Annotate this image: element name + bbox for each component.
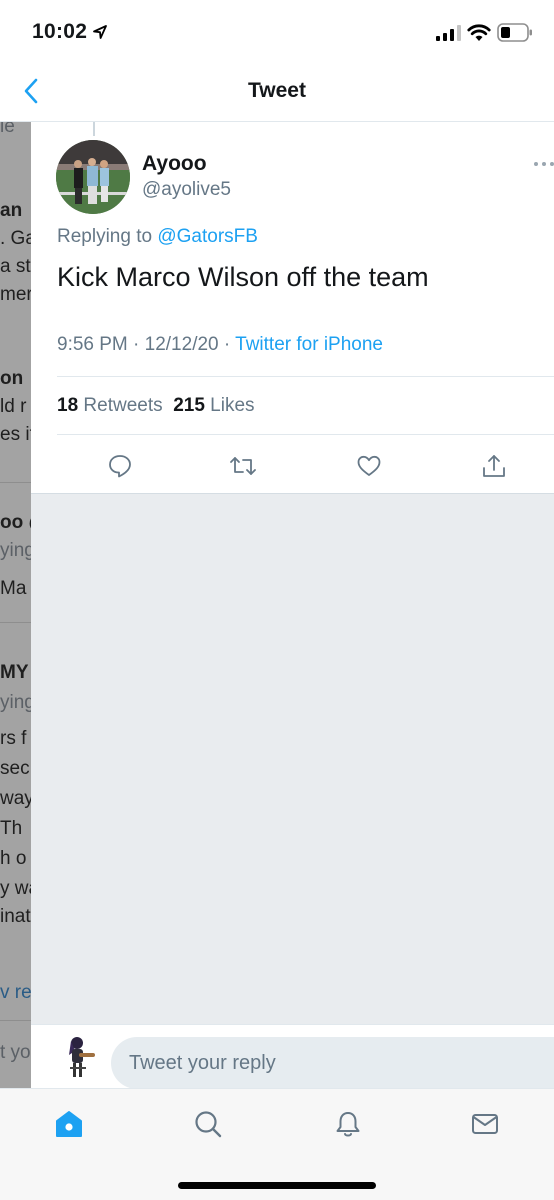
peek-text-fragment: ying	[0, 540, 31, 561]
cellular-signal-icon	[436, 25, 461, 41]
tweet-detail-panel: Ayooo @ayolive5 Replying to @GatorsFB Ki…	[31, 122, 554, 1088]
thread-connector-line	[93, 122, 95, 136]
status-bar: 10:02	[0, 0, 554, 62]
peek-text-fragment: an	[0, 200, 23, 221]
peek-text-fragment: on	[0, 368, 24, 389]
peek-text-fragment: mer	[0, 284, 31, 305]
likes-label: Likes	[204, 395, 255, 416]
peek-text-fragment: a st	[0, 256, 31, 277]
peek-text-fragment: oo @	[0, 512, 31, 533]
heart-icon	[357, 455, 381, 476]
peek-text-fragment: way,	[0, 788, 31, 809]
search-icon	[195, 1111, 222, 1138]
reply-input[interactable]	[111, 1037, 554, 1089]
replying-to-mention-link[interactable]: @GatorsFB	[157, 226, 258, 247]
peek-text-fragment: ying	[0, 692, 31, 713]
page-title: Tweet	[248, 79, 306, 102]
divider	[31, 493, 554, 494]
likes-count: 215	[173, 395, 205, 416]
retweets-stat[interactable]: 18 Retweets	[57, 395, 173, 416]
reply-composer	[31, 1024, 554, 1089]
divider	[0, 482, 31, 483]
peek-text-fragment: Ma	[0, 578, 27, 599]
user-handle[interactable]: @ayolive5	[142, 179, 231, 201]
peek-text-fragment: h o	[0, 848, 27, 869]
tweet-body: Kick Marco Wilson off the team	[57, 262, 429, 292]
reply-icon	[109, 455, 131, 478]
share-button[interactable]	[479, 451, 509, 481]
peek-text-fragment: inat	[0, 906, 31, 927]
tab-notifications[interactable]	[331, 1107, 365, 1141]
tweet-timestamp: 9:56 PM · 12/12/20 ·	[57, 334, 236, 355]
tweet-actions-bar	[31, 435, 554, 493]
home-indicator	[178, 1182, 376, 1189]
background-thread-peek: ie an . Ga a st mer on ld r es it oo @ ying Ma MY yi…	[0, 122, 31, 1088]
retweet-button[interactable]	[228, 451, 258, 481]
home-icon	[56, 1111, 82, 1137]
peek-text-fragment: v re	[0, 982, 31, 1003]
tweet-meta: 9:56 PM · 12/12/20 · Twitter for iPhone	[57, 334, 383, 356]
replying-to-line: Replying to @GatorsFB	[57, 226, 258, 248]
peek-text-fragment: sec	[0, 758, 30, 779]
wifi-icon	[467, 24, 491, 41]
retweets-count: 18	[57, 395, 79, 416]
share-icon	[483, 455, 505, 477]
retweet-icon	[230, 457, 256, 475]
battery-icon	[497, 23, 532, 42]
avatar-photo	[56, 140, 130, 214]
peek-text-fragment: rs f	[0, 728, 27, 749]
peek-text-fragment: MY	[0, 662, 29, 683]
likes-stat[interactable]: 215 Likes	[173, 395, 254, 416]
tweet-stats: 18 Retweets 215 Likes	[57, 395, 255, 417]
peek-text-fragment: Th	[0, 818, 23, 839]
messages-icon	[472, 1114, 498, 1134]
like-button[interactable]	[354, 451, 384, 481]
avatar[interactable]	[56, 140, 130, 214]
peek-text-fragment: y wa	[0, 878, 31, 899]
peek-text-fragment: ld r	[0, 396, 27, 417]
tab-search[interactable]	[191, 1107, 225, 1141]
tweet-source-link[interactable]: Twitter for iPhone	[235, 334, 383, 355]
tab-home[interactable]	[52, 1107, 86, 1141]
divider	[0, 1020, 31, 1021]
reply-button[interactable]	[105, 451, 135, 481]
tab-messages[interactable]	[468, 1107, 502, 1141]
peek-text-fragment: es it	[0, 424, 31, 445]
replies-empty-area	[31, 493, 554, 1088]
current-user-avatar[interactable]	[59, 1033, 99, 1081]
peek-text-fragment: t yo	[0, 1042, 31, 1063]
peek-band	[0, 622, 31, 652]
peek-text-fragment: . Ga	[0, 228, 31, 249]
location-arrow-icon	[93, 25, 107, 39]
divider	[57, 376, 554, 377]
status-time: 10:02	[32, 20, 88, 43]
display-name[interactable]: Ayooo	[142, 152, 207, 176]
navigation-bar: Tweet	[0, 62, 554, 122]
more-options-icon[interactable]	[533, 160, 554, 168]
retweets-label: Retweets	[78, 395, 174, 416]
peek-text-fragment: ie	[0, 122, 15, 137]
replying-to-prefix: Replying to	[57, 226, 158, 247]
notifications-icon	[336, 1112, 360, 1137]
